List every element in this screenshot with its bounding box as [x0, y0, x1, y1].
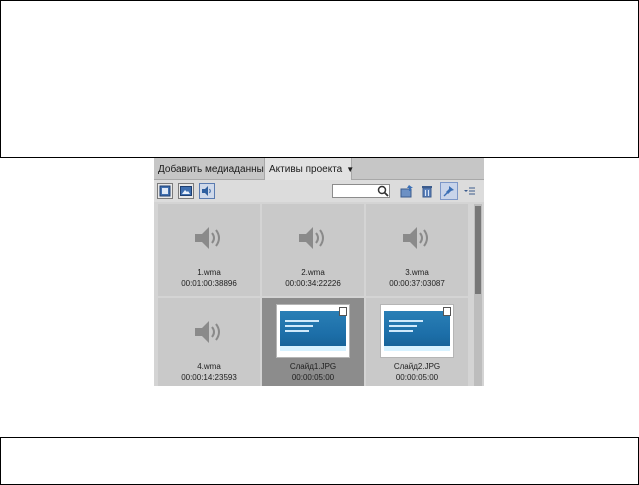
- assets-grid: 1.wma 00:01:00:38896 2.wma 00:00:34:2222…: [156, 204, 474, 386]
- image-thumbnail: [380, 304, 454, 358]
- slide-preview: [280, 311, 346, 351]
- asset-duration: 00:00:05:00: [395, 373, 439, 382]
- asset-item[interactable]: 1.wma 00:01:00:38896: [158, 204, 260, 296]
- asset-name: 2.wma: [301, 268, 325, 277]
- scrollbar-thumb[interactable]: [475, 206, 481, 294]
- delete-button[interactable]: [420, 184, 434, 198]
- chevron-down-icon: ▼: [346, 165, 355, 174]
- filter-image-button[interactable]: [178, 183, 194, 199]
- tab-project-assets-label: Активы проекта: [269, 164, 343, 175]
- asset-item[interactable]: 3.wma 00:00:37:03087: [366, 204, 468, 296]
- asset-name: 3.wma: [405, 268, 429, 277]
- panel-tabbar: Добавить медиаданные ▼ Активы проекта ▼: [154, 158, 484, 181]
- panel-toolbar: [154, 180, 484, 202]
- filter-video-button[interactable]: [157, 183, 173, 199]
- document-frame-bottom: [0, 437, 639, 485]
- asset-name: 4.wma: [197, 362, 221, 371]
- speaker-icon: [299, 227, 324, 249]
- filter-audio-button[interactable]: [199, 183, 215, 199]
- project-assets-panel: Добавить медиаданные ▼ Активы проекта ▼: [154, 158, 484, 386]
- asset-item-selected[interactable]: Слайд1.JPG 00:00:05:00: [262, 298, 364, 386]
- asset-duration: 00:00:34:22226: [285, 279, 341, 288]
- asset-name: Слайд1.JPG: [289, 362, 337, 371]
- panel-menu-button[interactable]: [463, 184, 477, 198]
- speaker-icon: [195, 227, 220, 249]
- pin-icon: [443, 186, 454, 197]
- image-file-icon: [339, 307, 347, 316]
- asset-duration: 00:00:37:03087: [389, 279, 445, 288]
- speaker-icon: [202, 186, 211, 196]
- menu-icon: [464, 187, 475, 195]
- vertical-scrollbar[interactable]: [474, 204, 482, 386]
- new-folder-button[interactable]: [400, 184, 414, 198]
- document-frame-top: [0, 0, 639, 158]
- image-file-icon: [443, 307, 451, 316]
- tab-project-assets[interactable]: Активы проекта ▼: [264, 158, 355, 181]
- tab-add-media-label: Добавить медиаданные: [158, 163, 270, 175]
- asset-duration: 00:00:05:00: [291, 373, 335, 382]
- search-icon[interactable]: [377, 185, 389, 197]
- asset-name: 1.wma: [197, 268, 221, 277]
- speaker-icon: [403, 227, 428, 249]
- film-icon: [159, 185, 171, 197]
- asset-name: Слайд2.JPG: [393, 362, 441, 371]
- asset-item[interactable]: 2.wma 00:00:34:22226: [262, 204, 364, 296]
- asset-item[interactable]: Слайд2.JPG 00:00:05:00: [366, 298, 468, 386]
- image-thumbnail: [276, 304, 350, 358]
- trash-icon: [422, 186, 432, 198]
- asset-item[interactable]: 4.wma 00:00:14:23593: [158, 298, 260, 386]
- pin-button[interactable]: [440, 182, 458, 200]
- speaker-icon: [195, 321, 220, 343]
- image-icon: [180, 186, 192, 196]
- slide-preview: [384, 311, 450, 351]
- asset-duration: 00:01:00:38896: [181, 279, 237, 288]
- tab-add-media[interactable]: Добавить медиаданные ▼: [154, 158, 281, 180]
- folder-up-icon: [400, 185, 413, 198]
- asset-duration: 00:00:14:23593: [181, 373, 237, 382]
